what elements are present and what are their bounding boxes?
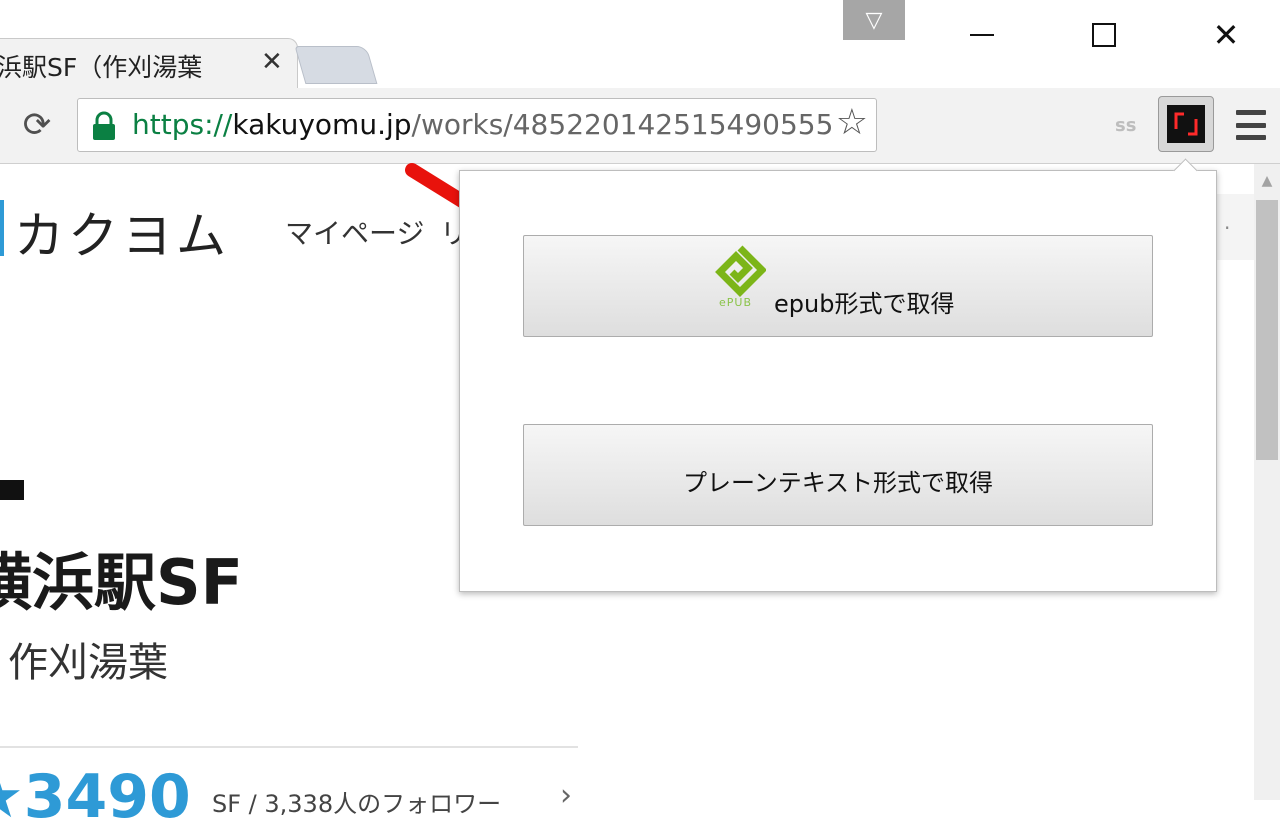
work-title[interactable]: 横浜駅SF: [0, 532, 243, 622]
work-author[interactable]: 作刈湯葉: [8, 630, 168, 688]
new-tab-button[interactable]: [294, 46, 378, 84]
browser-toolbar: ⟳ https://kakuyomu.jp/works/485220142515…: [0, 88, 1280, 164]
chevron-right-icon[interactable]: ›: [560, 778, 572, 813]
minimize-button[interactable]: [952, 8, 1012, 62]
url-host: kakuyomu.jp: [232, 108, 412, 141]
extension-ss-icon[interactable]: ss: [1115, 115, 1136, 136]
title-bar: 浜駅SF（作刈湯葉 ✕ ▽ ✕: [0, 0, 1280, 88]
epub-logo-icon: [715, 245, 766, 297]
site-logo[interactable]: カクヨム: [14, 196, 230, 268]
tab-title: 浜駅SF（作刈湯葉: [0, 53, 203, 82]
maximize-button[interactable]: [1074, 8, 1134, 62]
maximize-icon: [1092, 23, 1116, 47]
epub-logo-caption: ePUB: [719, 296, 752, 309]
extension-logo-icon: [1167, 105, 1205, 143]
vertical-scrollbar[interactable]: ▲: [1254, 164, 1280, 800]
extension-popup: ePUB epub形式で取得 プレーンテキスト形式で取得: [459, 158, 1217, 592]
url-text: https://kakuyomu.jp/works/48522014251549…: [132, 108, 832, 141]
bookmark-star-icon[interactable]: ☆: [836, 105, 868, 141]
address-bar[interactable]: https://kakuyomu.jp/works/48522014251549…: [77, 98, 877, 152]
genre-followers: SF / 3,338人のフォロワー: [212, 790, 502, 818]
epub-button-label: epub形式で取得: [774, 290, 955, 318]
extension-indicator-icon[interactable]: ▽: [843, 0, 905, 40]
star-count: ★3490: [0, 762, 191, 832]
category-marker: [0, 480, 24, 500]
scroll-up-icon[interactable]: ▲: [1254, 170, 1280, 192]
logo-mark: [0, 200, 4, 256]
close-window-button[interactable]: ✕: [1196, 8, 1256, 62]
divider: [0, 746, 578, 748]
menu-icon[interactable]: [1236, 110, 1266, 140]
minimize-icon: [970, 34, 994, 36]
tab-close-icon[interactable]: ✕: [261, 49, 283, 75]
scroll-thumb[interactable]: [1256, 200, 1278, 460]
browser-tab[interactable]: 浜駅SF（作刈湯葉 ✕: [0, 38, 298, 88]
nav-dot: ·: [1224, 216, 1231, 240]
url-path: /works/485220142515490555: [411, 108, 832, 141]
kakuyomu-downloader-extension-button[interactable]: [1158, 96, 1214, 152]
reload-icon[interactable]: ⟳: [14, 102, 60, 148]
url-scheme: https://: [132, 108, 233, 141]
plaintext-download-button[interactable]: プレーンテキスト形式で取得: [523, 424, 1153, 526]
epub-download-button[interactable]: ePUB epub形式で取得: [523, 235, 1153, 337]
plaintext-button-label: プレーンテキスト形式で取得: [682, 469, 994, 497]
lock-icon: [93, 111, 115, 140]
